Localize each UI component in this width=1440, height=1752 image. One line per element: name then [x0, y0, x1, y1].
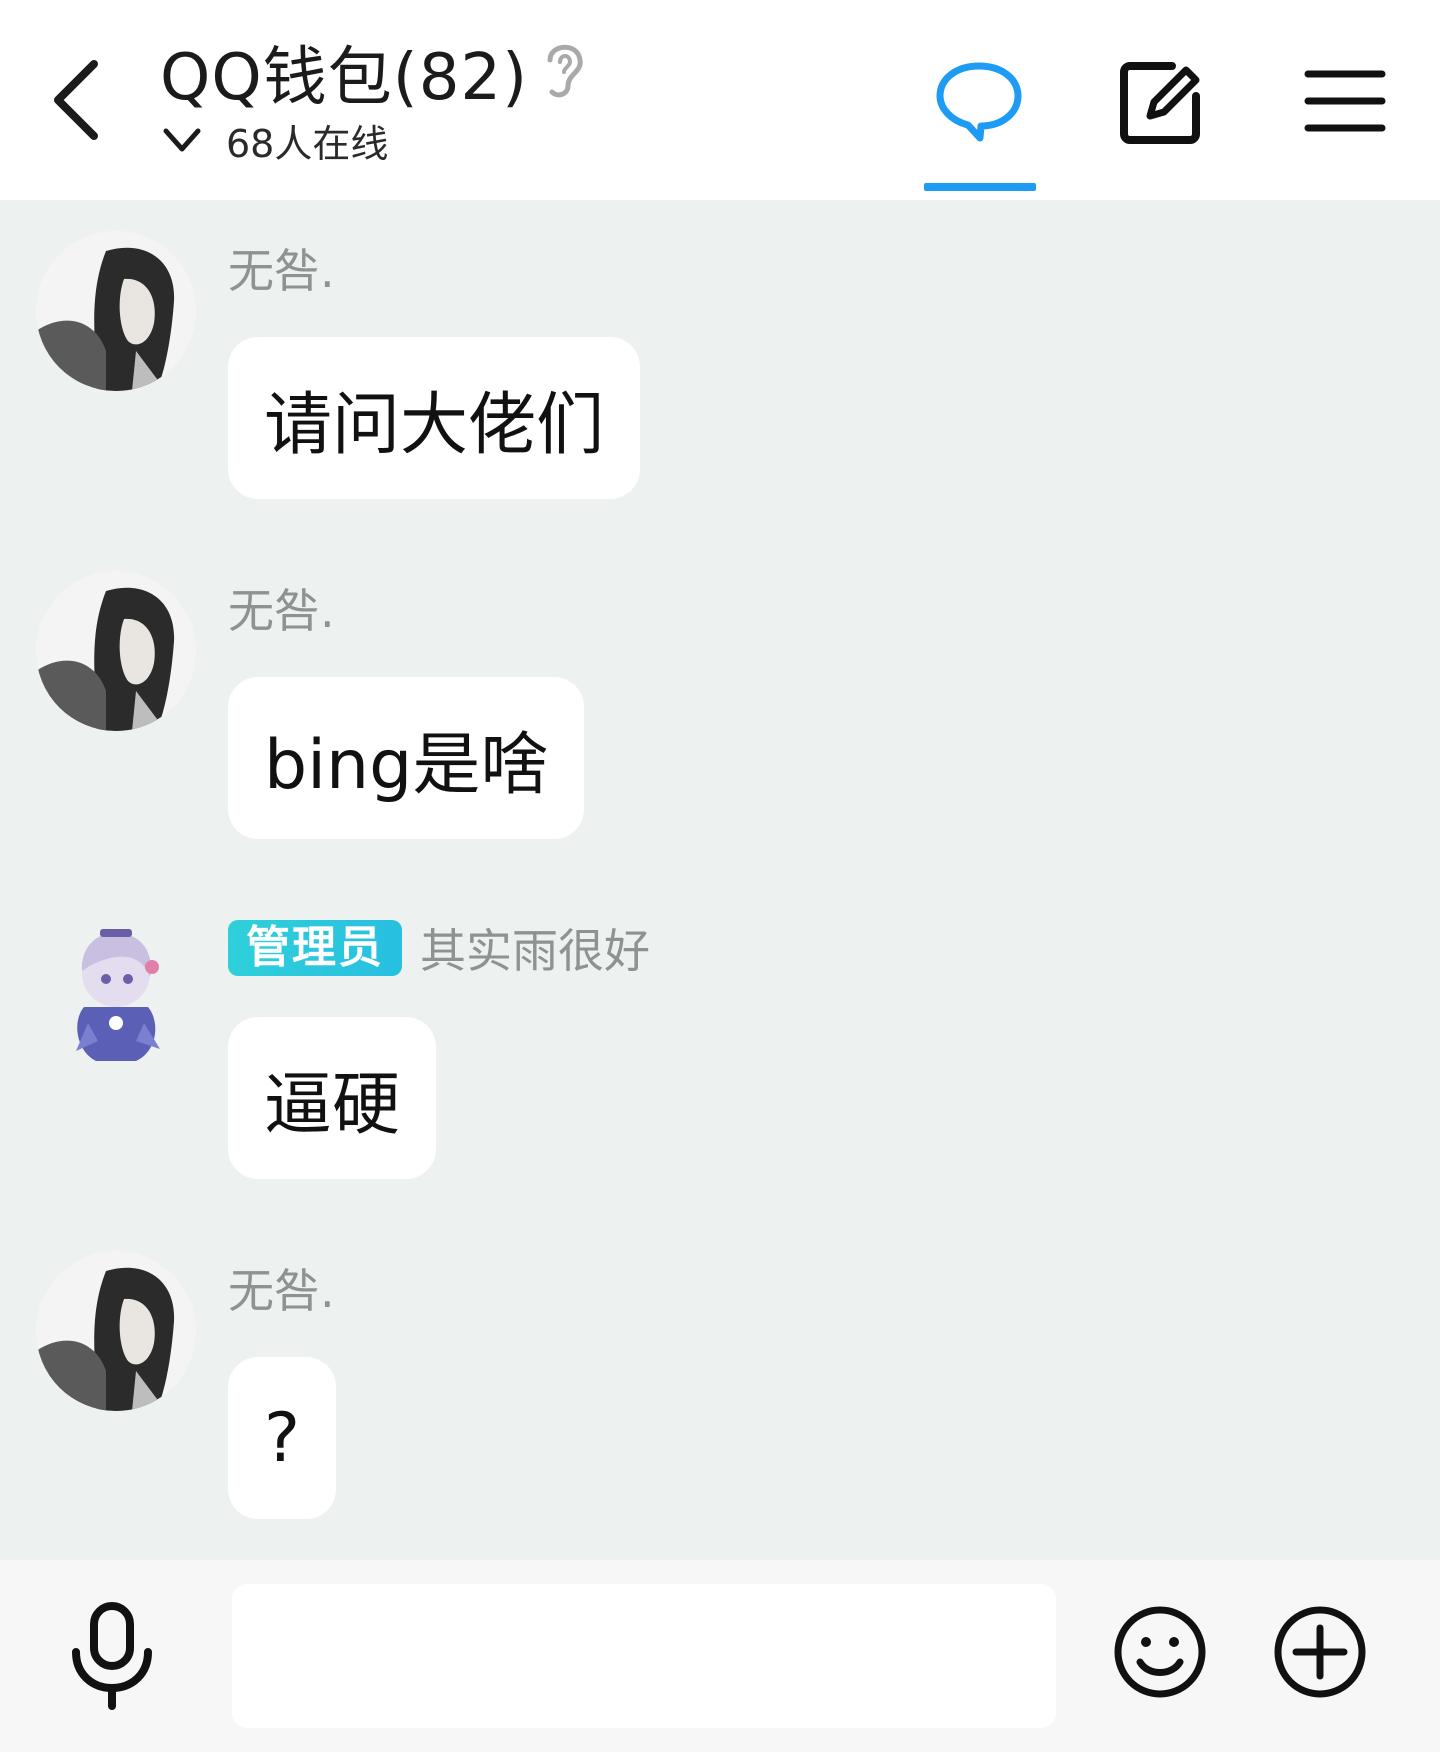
message-bubble[interactable]: 逼硬	[228, 1017, 437, 1179]
input-bar	[0, 1560, 1440, 1752]
menu-button[interactable]	[1300, 56, 1390, 146]
chat-tab[interactable]	[934, 56, 1024, 146]
chevron-down-icon	[163, 128, 201, 152]
sender-row: 无咎.	[228, 1256, 335, 1320]
message-list[interactable]: 无咎. 请问大佬们 无咎. bing是啥 管理员 其实雨很好 逼硬 无咎. ?	[0, 200, 1440, 1560]
ear-icon[interactable]	[538, 36, 590, 102]
avatar[interactable]	[36, 911, 196, 1071]
message-input[interactable]	[232, 1584, 1056, 1728]
message-item: 无咎. 请问大佬们	[0, 200, 1440, 520]
back-button[interactable]	[44, 50, 114, 150]
sender-name[interactable]: 其实雨很好	[420, 915, 650, 981]
edit-icon	[1120, 62, 1200, 144]
avatar[interactable]	[36, 231, 196, 391]
chat-bubble-icon	[936, 62, 1022, 142]
active-tab-indicator	[924, 183, 1036, 191]
more-button[interactable]	[1272, 1604, 1368, 1700]
chevron-left-icon	[54, 60, 98, 140]
avatar[interactable]	[36, 1251, 196, 1411]
plus-circle-icon	[1274, 1606, 1366, 1698]
sender-name[interactable]: 无咎.	[228, 235, 335, 301]
sender-row: 管理员 其实雨很好	[228, 916, 650, 980]
menu-icon	[1304, 70, 1386, 132]
sender-name[interactable]: 无咎.	[228, 575, 335, 641]
group-title[interactable]: QQ钱包(82)	[160, 36, 528, 120]
avatar[interactable]	[36, 571, 196, 731]
message-item: 管理员 其实雨很好 逼硬	[0, 880, 1440, 1200]
message-item: 无咎. bing是啥	[0, 540, 1440, 860]
online-count-toggle[interactable]: 68人在线	[160, 112, 388, 168]
emoji-button[interactable]	[1112, 1604, 1208, 1700]
microphone-icon	[72, 1602, 152, 1710]
sender-row: 无咎.	[228, 576, 335, 640]
admin-badge: 管理员	[228, 920, 402, 976]
chat-header: QQ钱包(82) 68人在线	[0, 0, 1440, 200]
message-bubble[interactable]: 请问大佬们	[228, 337, 641, 499]
online-count-label: 68人在线	[226, 121, 389, 166]
sender-row: 无咎.	[228, 236, 335, 300]
edit-button[interactable]	[1116, 56, 1206, 146]
smiley-icon	[1114, 1606, 1206, 1698]
message-bubble[interactable]: ?	[228, 1357, 337, 1519]
voice-button[interactable]	[70, 1600, 154, 1712]
message-bubble[interactable]: bing是啥	[228, 677, 585, 839]
message-item: 无咎. ?	[0, 1220, 1440, 1540]
sender-name[interactable]: 无咎.	[228, 1255, 335, 1321]
